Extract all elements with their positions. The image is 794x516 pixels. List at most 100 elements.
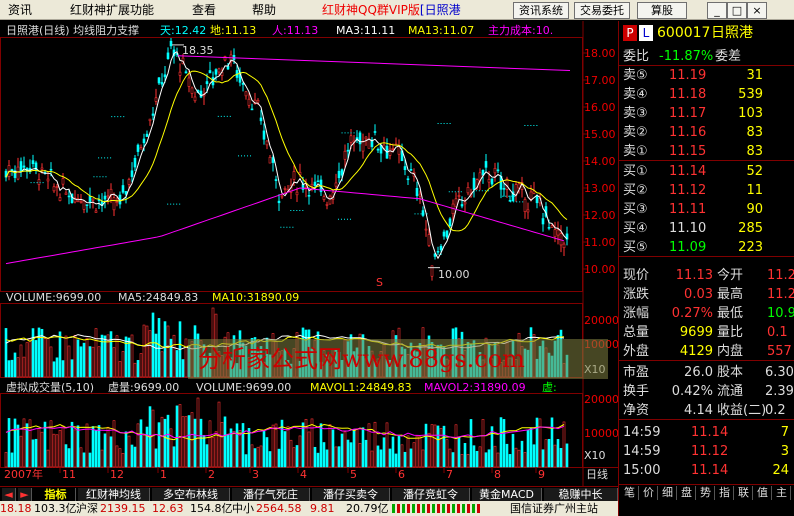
virtual-volume-bar	[472, 445, 476, 468]
sell-price: 11.15	[669, 144, 707, 159]
virtual-volume-bar	[529, 427, 533, 468]
volume-bar	[67, 345, 71, 378]
virtual-volume-bar	[64, 444, 68, 468]
minimize-button[interactable]: _	[707, 2, 727, 19]
candle-body	[541, 218, 545, 225]
menu-item-view[interactable]: 查看	[192, 2, 216, 18]
virtual-volume-bar	[286, 426, 290, 468]
quote-tab[interactable]: 联	[735, 486, 753, 500]
di-label: 地:11.13	[210, 24, 257, 37]
price-ytick: 12.00	[584, 209, 616, 222]
candle-body	[265, 140, 269, 146]
menu-item-extensions[interactable]: 红财神扩展功能	[70, 2, 154, 18]
buy-level-label: 买①	[623, 164, 648, 179]
close-button[interactable]: ×	[747, 2, 767, 19]
buy-order-row: 买① 11.14 52	[619, 162, 794, 181]
virtual-volume-bar	[346, 439, 350, 468]
maximize-button[interactable]: □	[727, 2, 747, 19]
ma10-label: MA10:31890.09	[212, 291, 300, 304]
candle-body	[55, 186, 59, 188]
virtual-volume-bar	[349, 442, 353, 468]
virtual-volume-bar	[544, 439, 548, 468]
stock-tag: [日照港	[419, 3, 461, 17]
p-icon[interactable]: P	[623, 25, 637, 41]
candle-body	[184, 71, 188, 74]
tab-jinghongling[interactable]: 潘仔竞虹令	[392, 488, 470, 502]
quote-tab[interactable]: 价	[640, 486, 658, 500]
price-chart-title: 日照港(日线) 均线阻力支撑	[6, 24, 140, 37]
sell-price: 11.19	[669, 68, 707, 83]
tab-bollinger[interactable]: 多空布林线	[152, 488, 230, 502]
virtual-volume-bar	[211, 437, 215, 468]
quote-stat-row: 涨幅 0.27% 最低 10.9	[619, 304, 794, 323]
virtual-volume-bar	[343, 431, 347, 468]
stat-label: 股本	[717, 365, 744, 380]
quote-stat-row: 涨跌 0.03 最高 11.2	[619, 285, 794, 304]
buy-level-label: 买④	[623, 221, 648, 236]
chart-area[interactable]: 日照港(日线) 均线阻力支撑 天:12.42 地:11.13 人:11.13 M…	[0, 21, 619, 486]
quote-tab[interactable]: 势	[697, 486, 715, 500]
candle-body	[487, 179, 491, 183]
candle-body	[406, 178, 410, 181]
candle-body	[427, 234, 431, 246]
tab-golden-macd[interactable]: 黄金MACD	[472, 488, 542, 502]
quote-tab[interactable]: 细	[659, 486, 677, 500]
candle-body	[562, 243, 566, 249]
sell-price: 11.18	[669, 87, 707, 102]
quote-tab[interactable]: 笔	[621, 486, 639, 500]
low-price-label: 10.00	[438, 268, 470, 281]
quote-tab[interactable]: 指	[716, 486, 734, 500]
trade-button[interactable]: 交易委托	[574, 2, 630, 19]
cost-label: 主力成本:10.	[488, 24, 554, 37]
chart-canvas[interactable]	[0, 21, 618, 486]
virtual-volume-bar	[127, 435, 131, 468]
tab-scroll-left-icon[interactable]: ◄	[2, 488, 16, 502]
quote-tab[interactable]: 主	[773, 486, 791, 500]
tick-time: 14:59	[623, 444, 661, 459]
tab-qisizhuang[interactable]: 潘仔气死庄	[232, 488, 310, 502]
news-system-button[interactable]: 资讯系统	[513, 2, 569, 19]
buy-price: 11.09	[669, 240, 707, 255]
virtual-volume-bar	[559, 448, 563, 468]
candle-body	[37, 179, 41, 185]
candle-body	[199, 90, 203, 98]
virtual-volume-bar	[457, 436, 461, 468]
price-ytick: 10.00	[584, 263, 616, 276]
candle-body	[328, 195, 332, 205]
tab-scroll-right-icon[interactable]: ►	[18, 488, 32, 502]
candle-body	[226, 65, 230, 70]
virtual-volume-bar	[505, 443, 509, 468]
virtual-volume-bar	[220, 421, 224, 468]
stat-value: 26.0	[684, 365, 713, 380]
stat-value: 4129	[679, 344, 713, 359]
tab-wenzhuan[interactable]: 稳赚中长	[544, 488, 618, 502]
virtual-volume-bar	[436, 425, 440, 468]
quote-tab[interactable]: 值	[754, 486, 772, 500]
period-label[interactable]: 日线	[586, 469, 608, 481]
virtual-volume-bar	[334, 446, 338, 468]
menu-item-help[interactable]: 帮助	[252, 2, 276, 18]
candle-body	[310, 183, 314, 187]
buy-price: 11.11	[669, 202, 707, 217]
sell-order-row: 卖④ 11.18 539	[619, 85, 794, 104]
stat-label: 最高	[717, 287, 744, 302]
buy-price: 11.12	[669, 183, 707, 198]
virtual-volume-bar	[193, 418, 197, 468]
virtual-volume-bar	[370, 450, 374, 468]
virtual-volume-bar	[295, 445, 299, 468]
menu-item-news[interactable]: 资讯	[8, 2, 32, 18]
tab-hongcaishen-ma[interactable]: 红财神均线	[78, 488, 150, 502]
volume-bar	[31, 328, 35, 378]
candle-body	[502, 188, 506, 190]
volume-bar	[130, 334, 134, 378]
volume-bar	[139, 353, 143, 378]
tab-indicator[interactable]: 指标	[36, 488, 76, 502]
buy-order-row: 买② 11.12 11	[619, 181, 794, 200]
candle-body	[460, 204, 464, 207]
l-icon[interactable]: L	[639, 25, 653, 41]
volume-bar	[160, 351, 164, 378]
quote-tab[interactable]: 盘	[678, 486, 696, 500]
status-zx-value: 2564.58	[256, 502, 302, 515]
calc-button[interactable]: 算股	[637, 2, 687, 19]
tab-maimailing[interactable]: 潘仔买卖令	[312, 488, 390, 502]
